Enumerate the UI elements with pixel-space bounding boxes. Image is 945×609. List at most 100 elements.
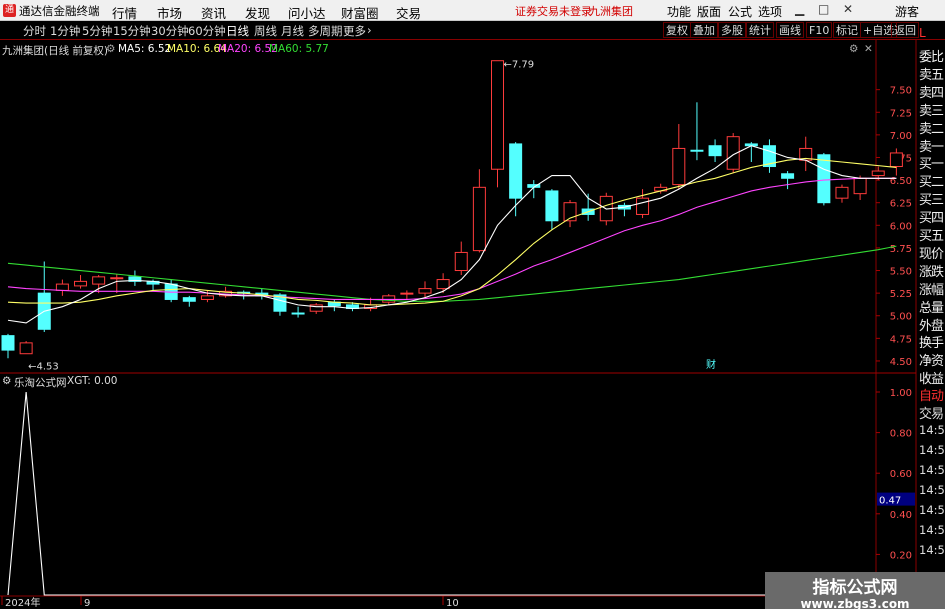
candle-body-up [55, 283, 69, 291]
ma10-line [7, 157, 897, 306]
date-label: 9 [84, 598, 90, 609]
ma60-label: MA60: 5.77 [269, 43, 329, 55]
tab-multi-period[interactable]: 多周期 [308, 23, 343, 39]
candle-body-down [182, 297, 196, 302]
menu-functions[interactable]: 功能 [667, 3, 691, 20]
xgt-line [7, 391, 897, 596]
tab-more[interactable]: 更多 [343, 23, 366, 39]
menu-layout[interactable]: 版面 [697, 3, 721, 20]
indicator-settings-icon[interactable]: ⚙ [2, 375, 11, 387]
trade-time-6: 14:56 [919, 543, 945, 557]
watermark-title: 指标公式网 [812, 578, 898, 598]
close-icon[interactable]: ✕ [843, 2, 853, 16]
mark-button[interactable]: 标记 [833, 22, 861, 38]
indicator-tick-label: 1.00 [890, 388, 912, 399]
candle-body-down [817, 154, 831, 204]
statistics-button[interactable]: 统计 [746, 22, 774, 38]
candle-body-up [454, 251, 468, 272]
chart-settings-icon[interactable]: ⚙ [849, 43, 858, 55]
menu-news[interactable]: 资讯 [201, 3, 226, 22]
menu-market-quotes[interactable]: 行情 [112, 3, 137, 22]
tab-5min[interactable]: 5分钟 [82, 23, 112, 39]
tab-weekly[interactable]: 周线 [254, 23, 277, 39]
f10-button[interactable]: F10 [806, 22, 833, 38]
candle-body-up [472, 186, 486, 252]
user-guest[interactable]: 游客 [895, 3, 919, 20]
candle-body-down [545, 190, 559, 222]
ma60-line [7, 245, 897, 302]
period-toolbar: 分时 1分钟 5分钟 15分钟 30分钟 60分钟 日线 周线 月线 多周期 更… [0, 21, 945, 40]
kline-chart[interactable]: 7.507.257.006.756.506.256.005.755.505.25… [0, 40, 945, 609]
draw-line-button[interactable]: 画线 [776, 22, 804, 38]
sidebar-item-14: 总量 [919, 300, 944, 316]
minimize-icon[interactable]: ▁ [795, 2, 804, 16]
indicator-title: 乐淘公式网 [14, 377, 67, 389]
candle-body-down [690, 149, 704, 152]
price-tick-label: 4.75 [890, 334, 912, 345]
candle-body-up [491, 60, 505, 170]
indicator-value: XGT: 0.00 [67, 375, 118, 387]
watermark-url: www.zbgs3.com [800, 597, 910, 609]
sidebar-item-0: 委比 [919, 50, 944, 65]
tab-60min[interactable]: 60分钟 [188, 23, 226, 39]
tab-daily[interactable]: 日线 [226, 23, 249, 39]
candle-body-up [889, 152, 903, 168]
menu-market[interactable]: 市场 [157, 3, 182, 22]
menu-trade[interactable]: 交易 [396, 3, 421, 22]
tab-1min[interactable]: 1分钟 [50, 23, 80, 39]
candle-body-down [781, 173, 795, 179]
high-price-marker: ←7.79 [504, 59, 535, 70]
adjust-button[interactable]: 复权 [663, 22, 691, 38]
chevron-right-icon[interactable]: › [367, 23, 372, 37]
sidebar-item-11: 现价 [919, 246, 944, 262]
sidebar-item-9: 买四 [919, 211, 944, 227]
price-tick-label: 6.00 [890, 221, 912, 232]
indicator-tick-label: 0.40 [890, 510, 912, 521]
sidebar-item-4: 卖二 [919, 121, 944, 137]
tab-30min[interactable]: 30分钟 [151, 23, 189, 39]
auto-trade-label-2[interactable]: 交易 [919, 403, 945, 422]
candle-body-down [291, 312, 305, 315]
app-logo-icon: 通 [3, 4, 16, 17]
overlay-button[interactable]: 叠加 [690, 22, 718, 38]
trade-time-4: 14:56 [919, 503, 945, 517]
trade-time-2: 14:56 [919, 463, 945, 477]
tab-15min[interactable]: 15分钟 [113, 23, 151, 39]
sidebar-item-15: 外盘 [919, 318, 944, 334]
indicator-tick-label: 0.20 [890, 550, 912, 561]
candle-body-up [200, 295, 214, 300]
sidebar-item-3: 卖三 [919, 103, 944, 119]
price-tick-label: 5.25 [890, 289, 912, 300]
trade-time-5: 14:56 [919, 523, 945, 537]
trade-time-0: 14:56 [919, 423, 945, 437]
chart-close-icon[interactable]: ✕ [864, 43, 873, 55]
login-notice[interactable]: 证券交易未登录 [515, 3, 592, 19]
sidebar-item-6: 买一 [919, 157, 944, 173]
menu-formula[interactable]: 公式 [728, 3, 752, 20]
settings-icon[interactable]: ⚙ [106, 43, 115, 55]
event-marker[interactable]: 财 [706, 358, 716, 371]
candle-body-up [853, 177, 867, 195]
sidebar-item-8: 买三 [919, 193, 944, 209]
multi-stock-button[interactable]: 多股 [718, 22, 746, 38]
watermark-banner: 指标公式网 www.zbgs3.com [765, 572, 945, 609]
tab-intraday[interactable]: 分时 [23, 23, 46, 39]
menu-ask-assistant[interactable]: 问小达 [288, 3, 326, 22]
menu-options[interactable]: 选项 [758, 3, 782, 20]
maximize-icon[interactable]: □ [818, 2, 829, 16]
candle-body-down [509, 143, 523, 199]
menu-wealth-circle[interactable]: 财富圈 [341, 3, 379, 22]
trade-time-3: 14:56 [919, 483, 945, 497]
price-tick-label: 7.00 [890, 131, 912, 142]
sidebar-item-17: 净资 [919, 354, 944, 370]
candle-body-up [19, 342, 33, 355]
menu-discover[interactable]: 发现 [245, 3, 270, 22]
ma5-line [7, 145, 897, 324]
price-tick-label: 7.25 [890, 108, 912, 119]
auto-trade-label-1[interactable]: 自动 [919, 385, 945, 404]
sidebar-item-13: 涨幅 [919, 282, 944, 298]
tab-monthly[interactable]: 月线 [281, 23, 304, 39]
back-button[interactable]: 返回 [891, 22, 919, 38]
stock-name-header: 九洲集团 [589, 5, 633, 18]
candle-body-up [418, 288, 432, 294]
